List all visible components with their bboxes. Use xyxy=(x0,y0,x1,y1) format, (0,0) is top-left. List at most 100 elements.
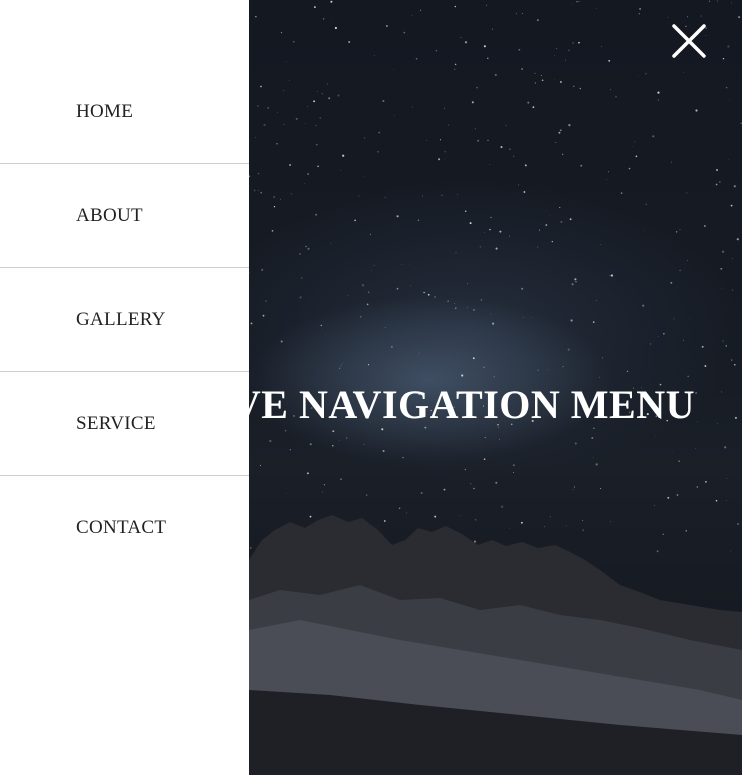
nav-item-contact[interactable]: CONTACT xyxy=(0,476,249,579)
star xyxy=(346,437,348,439)
star xyxy=(396,287,399,290)
star xyxy=(412,106,413,108)
star xyxy=(401,263,402,265)
star xyxy=(572,42,574,44)
star xyxy=(555,47,558,50)
star xyxy=(578,1,580,3)
star xyxy=(579,87,582,90)
star xyxy=(736,238,739,241)
star xyxy=(494,73,497,76)
nav-item-home[interactable]: HOME xyxy=(0,60,249,164)
star xyxy=(505,124,507,126)
star xyxy=(286,493,288,494)
star xyxy=(574,442,577,445)
star xyxy=(607,171,610,173)
star xyxy=(686,192,688,194)
star xyxy=(411,15,413,16)
close-icon xyxy=(672,24,706,58)
star xyxy=(472,308,475,311)
star xyxy=(562,366,564,368)
star xyxy=(358,195,360,197)
star xyxy=(733,185,736,188)
star xyxy=(509,235,510,237)
star xyxy=(516,13,517,15)
nav-item-service[interactable]: SERVICE xyxy=(0,372,249,476)
star xyxy=(319,117,321,119)
star xyxy=(549,214,551,216)
star xyxy=(620,192,623,194)
star xyxy=(731,359,733,361)
star xyxy=(634,141,636,143)
star xyxy=(443,488,446,491)
nav-item-label: ABOUT xyxy=(76,204,143,226)
star xyxy=(628,167,631,170)
star xyxy=(725,86,728,89)
star xyxy=(730,204,733,207)
nav-item-gallery[interactable]: GALLERY xyxy=(0,268,249,372)
star xyxy=(370,270,372,271)
star xyxy=(363,444,365,445)
star xyxy=(434,515,437,518)
star xyxy=(474,128,476,130)
star xyxy=(678,460,680,462)
star xyxy=(280,340,283,343)
star xyxy=(682,339,684,341)
star xyxy=(420,492,423,494)
star xyxy=(537,19,539,21)
star xyxy=(384,327,386,329)
star xyxy=(570,319,573,322)
star xyxy=(461,374,464,377)
star xyxy=(484,436,486,438)
star xyxy=(545,224,548,226)
star xyxy=(262,314,265,317)
close-button[interactable] xyxy=(670,22,708,60)
star xyxy=(524,164,527,167)
star xyxy=(555,141,557,144)
star xyxy=(509,148,511,150)
star xyxy=(373,265,375,266)
star xyxy=(250,322,253,325)
star xyxy=(263,123,266,127)
star xyxy=(309,443,312,446)
star xyxy=(537,369,539,371)
star xyxy=(673,318,675,320)
star xyxy=(460,515,462,516)
star xyxy=(704,365,707,367)
star xyxy=(255,16,257,18)
star xyxy=(257,105,259,107)
star xyxy=(667,496,670,499)
star xyxy=(418,352,420,354)
star xyxy=(571,4,572,5)
star xyxy=(601,46,602,47)
star xyxy=(276,143,278,145)
star xyxy=(534,82,537,84)
star xyxy=(323,18,325,20)
star xyxy=(554,55,555,57)
star xyxy=(479,246,481,248)
star xyxy=(521,68,523,70)
star xyxy=(592,456,594,458)
star xyxy=(559,206,561,209)
star xyxy=(477,139,480,142)
star xyxy=(393,68,394,70)
star xyxy=(290,193,292,195)
star xyxy=(696,486,699,488)
star xyxy=(500,146,503,149)
nav-item-about[interactable]: ABOUT xyxy=(0,164,249,268)
star xyxy=(672,451,674,453)
star xyxy=(331,20,333,22)
star xyxy=(582,519,584,521)
star xyxy=(464,210,467,212)
star xyxy=(558,131,561,134)
star xyxy=(454,68,456,70)
star xyxy=(499,438,500,440)
star xyxy=(708,0,711,2)
star xyxy=(415,57,418,60)
star xyxy=(315,143,318,146)
star xyxy=(537,246,539,248)
star xyxy=(656,550,659,553)
star xyxy=(638,13,640,15)
star xyxy=(654,435,656,436)
star xyxy=(491,322,495,325)
star xyxy=(292,40,295,43)
